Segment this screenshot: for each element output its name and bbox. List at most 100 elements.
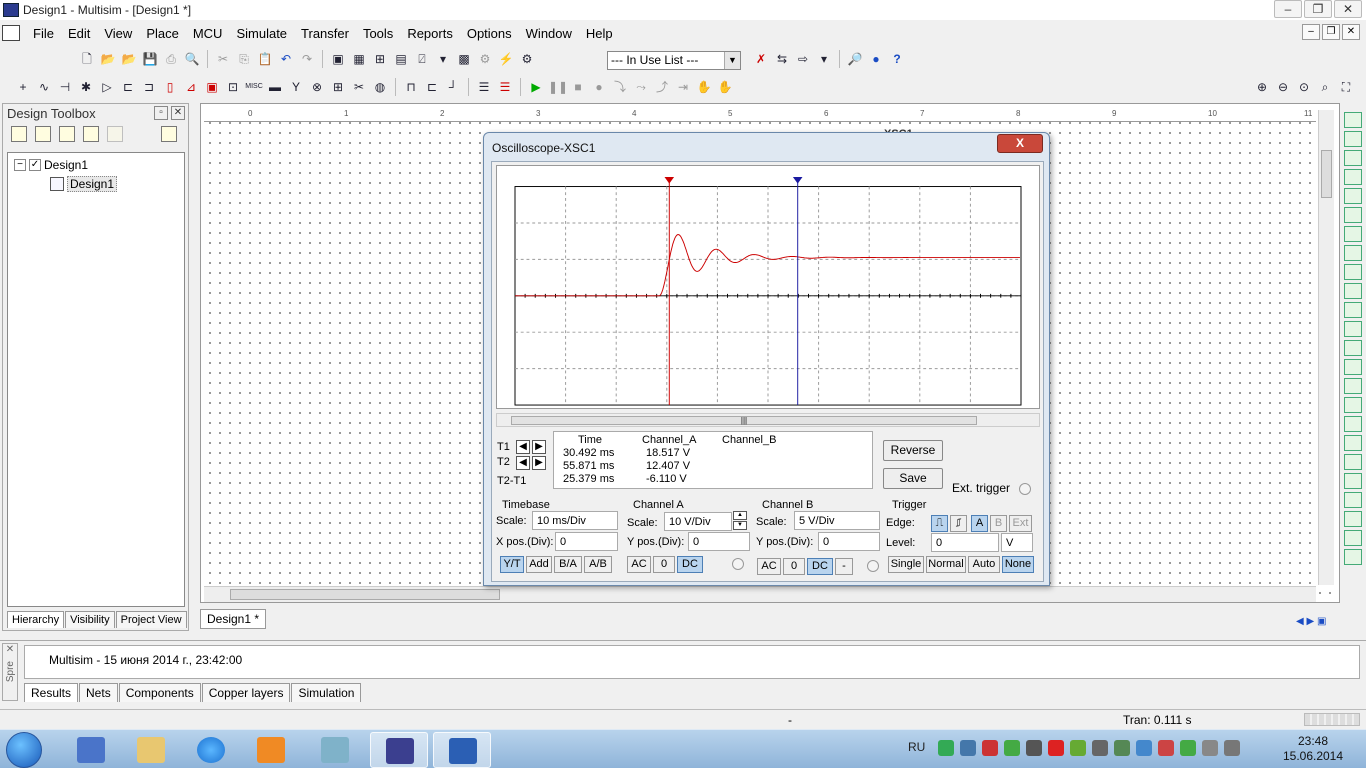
new-design-icon[interactable] bbox=[11, 126, 27, 142]
close-toolbox-icon[interactable]: ✕ bbox=[171, 106, 185, 120]
distortion-analyzer-icon[interactable] bbox=[1344, 321, 1362, 337]
place-power-icon[interactable]: ⊡ bbox=[224, 78, 242, 96]
mdi-close-button[interactable]: ✕ bbox=[1342, 24, 1360, 40]
tab-copper-layers[interactable]: Copper layers bbox=[201, 683, 291, 702]
tab-nets[interactable]: Nets bbox=[79, 683, 118, 702]
open-design-icon[interactable] bbox=[35, 126, 51, 142]
menu-mcu[interactable]: MCU bbox=[186, 26, 230, 41]
place-connector-icon[interactable]: ⊏ bbox=[423, 78, 441, 96]
open-folder-icon[interactable]: 📂 bbox=[99, 50, 117, 68]
language-indicator[interactable]: RU bbox=[908, 740, 925, 754]
channel-b-terminal[interactable] bbox=[867, 560, 879, 572]
workspace-vertical-scrollbar[interactable] bbox=[1318, 110, 1334, 585]
function-generator-icon[interactable] bbox=[1344, 131, 1362, 147]
place-mcu-icon[interactable]: ⊞ bbox=[329, 78, 347, 96]
scroll-thumb[interactable] bbox=[1321, 150, 1332, 198]
spectrum-analyzer-icon[interactable] bbox=[1344, 340, 1362, 356]
scale-down-icon[interactable]: ▼ bbox=[733, 521, 747, 530]
electrical-rules-check-icon[interactable]: ⚡ bbox=[497, 50, 515, 68]
tray-icon[interactable] bbox=[1180, 740, 1196, 756]
back-annotate-icon[interactable]: ✗ bbox=[752, 50, 770, 68]
tree-child[interactable]: Design1 bbox=[50, 176, 118, 192]
paste-icon[interactable]: 📋 bbox=[256, 50, 274, 68]
logic-analyzer-icon[interactable] bbox=[1344, 264, 1362, 280]
place-ttl-icon[interactable]: ⊏ bbox=[119, 78, 137, 96]
zoom-fit-icon[interactable]: ⌕ bbox=[1316, 78, 1334, 96]
document-icon[interactable] bbox=[2, 25, 20, 41]
tab-simulation[interactable]: Simulation bbox=[291, 683, 362, 702]
menu-options[interactable]: Options bbox=[460, 26, 519, 41]
current-probe-icon[interactable] bbox=[1344, 492, 1362, 508]
cursor-t1-handle[interactable] bbox=[664, 176, 675, 184]
mdi-restore-button[interactable]: ❐ bbox=[1322, 24, 1340, 40]
menu-file[interactable]: File bbox=[26, 26, 61, 41]
channel-b-dc-button[interactable]: DC bbox=[807, 558, 833, 575]
pause-simulation-icon[interactable]: ❚❚ bbox=[548, 78, 568, 96]
menu-window[interactable]: Window bbox=[519, 26, 579, 41]
agilent-generator-icon[interactable] bbox=[1344, 378, 1362, 394]
undo-icon[interactable]: ↶ bbox=[277, 50, 295, 68]
trigger-auto-button[interactable]: Auto bbox=[968, 556, 1000, 573]
web-icon[interactable]: ● bbox=[867, 50, 885, 68]
full-screen-icon[interactable]: ⛶ bbox=[1337, 78, 1355, 96]
trigger-source-ext-button[interactable]: Ext bbox=[1009, 515, 1032, 532]
menu-reports[interactable]: Reports bbox=[400, 26, 460, 41]
step-over-icon[interactable]: ⤳ bbox=[632, 78, 650, 96]
tray-icon[interactable] bbox=[1048, 740, 1064, 756]
logic-converter-icon[interactable] bbox=[1344, 283, 1362, 299]
in-use-list-dropdown[interactable]: --- In Use List --- ▼ bbox=[607, 51, 741, 70]
save-button[interactable]: Save bbox=[883, 468, 943, 489]
place-transistor-icon[interactable]: ✱ bbox=[77, 78, 95, 96]
restore-button[interactable]: ❐ bbox=[1304, 0, 1332, 18]
align-icon[interactable]: ☰ bbox=[475, 78, 493, 96]
zoom-out-icon[interactable]: ⊖ bbox=[1274, 78, 1292, 96]
multimeter-icon[interactable] bbox=[1344, 112, 1362, 128]
scope-scrollbar[interactable]: ||| bbox=[496, 413, 1040, 427]
tray-icon[interactable] bbox=[1158, 740, 1174, 756]
voltage-probe-icon[interactable] bbox=[1344, 530, 1362, 546]
probe-icon[interactable]: ⊓ bbox=[402, 78, 420, 96]
print-icon[interactable]: ⎙ bbox=[162, 50, 180, 68]
menu-help[interactable]: Help bbox=[579, 26, 620, 41]
channel-b-zero-button[interactable]: 0 bbox=[783, 558, 805, 575]
taskbar-app-explorer[interactable] bbox=[122, 732, 180, 768]
place-source-icon[interactable]: + bbox=[14, 78, 32, 96]
layer-settings-icon[interactable] bbox=[161, 126, 177, 142]
mode-yt-button[interactable]: Y/T bbox=[500, 556, 524, 573]
wattmeter-icon[interactable] bbox=[1344, 150, 1362, 166]
scale-up-icon[interactable]: ▲ bbox=[733, 511, 747, 520]
mode-ba-button[interactable]: B/A bbox=[554, 556, 582, 573]
channel-a-zero-button[interactable]: 0 bbox=[653, 556, 675, 573]
zoom-area-icon[interactable]: ⊙ bbox=[1295, 78, 1313, 96]
tray-icon[interactable] bbox=[1136, 740, 1152, 756]
trigger-source-a-button[interactable]: A bbox=[971, 515, 988, 532]
mode-add-button[interactable]: Add bbox=[526, 556, 552, 573]
word-generator-icon[interactable] bbox=[1344, 245, 1362, 261]
tab-design1[interactable]: Design1 * bbox=[200, 609, 267, 629]
find-examples-icon[interactable]: 🔎 bbox=[846, 50, 864, 68]
toggle-breakpoint-icon[interactable]: ✋ bbox=[695, 78, 713, 96]
stop-simulation-icon[interactable]: ■ bbox=[569, 78, 587, 96]
falling-edge-icon[interactable]: ⎎ bbox=[950, 515, 967, 532]
timebase-scale-field[interactable]: 10 ms/Div bbox=[532, 511, 618, 530]
run-simulation-icon[interactable]: ▶ bbox=[527, 78, 545, 96]
menu-transfer[interactable]: Transfer bbox=[294, 26, 356, 41]
place-hierarchical-icon[interactable]: ✂ bbox=[350, 78, 368, 96]
cursor-t2-handle[interactable] bbox=[792, 176, 803, 184]
channel-a-dc-button[interactable]: DC bbox=[677, 556, 703, 573]
new-file-icon[interactable]: 🗋 bbox=[78, 50, 96, 68]
mode-ab-button[interactable]: A/B bbox=[584, 556, 612, 573]
place-electromechanical-icon[interactable]: ⊗ bbox=[308, 78, 326, 96]
forward-annotate-icon[interactable]: ⇆ bbox=[773, 50, 791, 68]
tray-icon[interactable] bbox=[1004, 740, 1020, 756]
reverse-button[interactable]: Reverse bbox=[883, 440, 943, 461]
place-analog-icon[interactable]: ▷ bbox=[98, 78, 116, 96]
place-advanced-peripherals-icon[interactable]: ▬ bbox=[266, 78, 284, 96]
cut-icon[interactable]: ✂ bbox=[214, 50, 232, 68]
place-bus-icon[interactable]: ◍ bbox=[371, 78, 389, 96]
collapse-icon[interactable]: − bbox=[14, 159, 26, 171]
tray-icon[interactable] bbox=[1092, 740, 1108, 756]
ext-trigger-terminal[interactable] bbox=[1019, 483, 1031, 495]
taskbar-app-notes[interactable] bbox=[306, 732, 364, 768]
scroll-thumb[interactable] bbox=[230, 589, 500, 600]
